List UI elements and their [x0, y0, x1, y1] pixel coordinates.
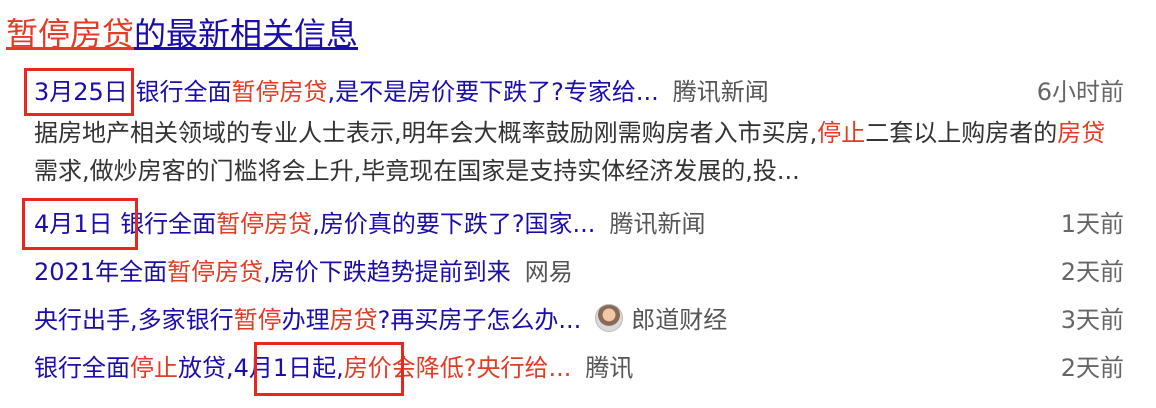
annotation-box — [24, 68, 134, 116]
news-source: 网易 — [524, 258, 573, 286]
keyword-highlight: 房贷 — [329, 306, 378, 334]
news-time: 2天前 — [1060, 354, 1124, 382]
news-result: 4月1日 银行全面暂停房贷,房价真的要下跌了?国家... 腾讯新闻 1天前 — [34, 206, 1124, 242]
keyword-highlight: 暂停房贷 — [231, 78, 328, 106]
heading-keyword: 暂停房贷 — [6, 15, 135, 53]
news-source: 腾讯新闻 — [672, 78, 769, 106]
news-title-link[interactable]: 2021年全面暂停房贷,房价下跌趋势提前到来 — [34, 258, 511, 286]
heading-rest: 的最新相关信息 — [134, 15, 359, 53]
annotation-box — [254, 342, 404, 396]
keyword-highlight: 停止 — [817, 119, 866, 147]
news-title-link[interactable]: 央行出手,多家银行暂停办理房贷?再买房子怎么办... — [34, 306, 581, 334]
news-time: 3天前 — [1060, 306, 1124, 334]
news-source: 腾讯 — [585, 354, 634, 382]
keyword-highlight: 房贷 — [1057, 119, 1106, 147]
news-result: 银行全面停止放贷,4月1日起,房价会降低?央行给... 腾讯 2天前 — [34, 350, 1124, 386]
news-result: 3月25日 银行全面暂停房贷,是不是房价要下跌了?专家给... 腾讯新闻 6小时前 — [34, 74, 1124, 110]
keyword-highlight: 暂停房贷 — [216, 210, 313, 238]
news-time: 2天前 — [1060, 258, 1124, 286]
avatar-icon — [595, 304, 624, 332]
keyword-highlight: 暂停房贷 — [167, 258, 264, 286]
news-time: 6小时前 — [1036, 78, 1124, 106]
news-time: 1天前 — [1060, 210, 1124, 238]
news-result: 2021年全面暂停房贷,房价下跌趋势提前到来 网易 2天前 — [34, 254, 1124, 290]
news-source: 腾讯新闻 — [609, 210, 706, 238]
results-heading[interactable]: 暂停房贷的最新相关信息 — [6, 14, 358, 54]
news-snippet: 据房地产相关领域的专业人士表示,明年会大概率鼓励刚需购房者入市买房,停止二套以上… — [34, 119, 1106, 185]
keyword-highlight: 停止 — [130, 354, 178, 382]
annotation-box — [22, 198, 138, 250]
keyword-highlight: 暂停 — [233, 306, 282, 334]
news-source: 郎道财经 — [595, 304, 727, 334]
news-result: 央行出手,多家银行暂停办理房贷?再买房子怎么办... 郎道财经 3天前 — [34, 302, 1124, 338]
